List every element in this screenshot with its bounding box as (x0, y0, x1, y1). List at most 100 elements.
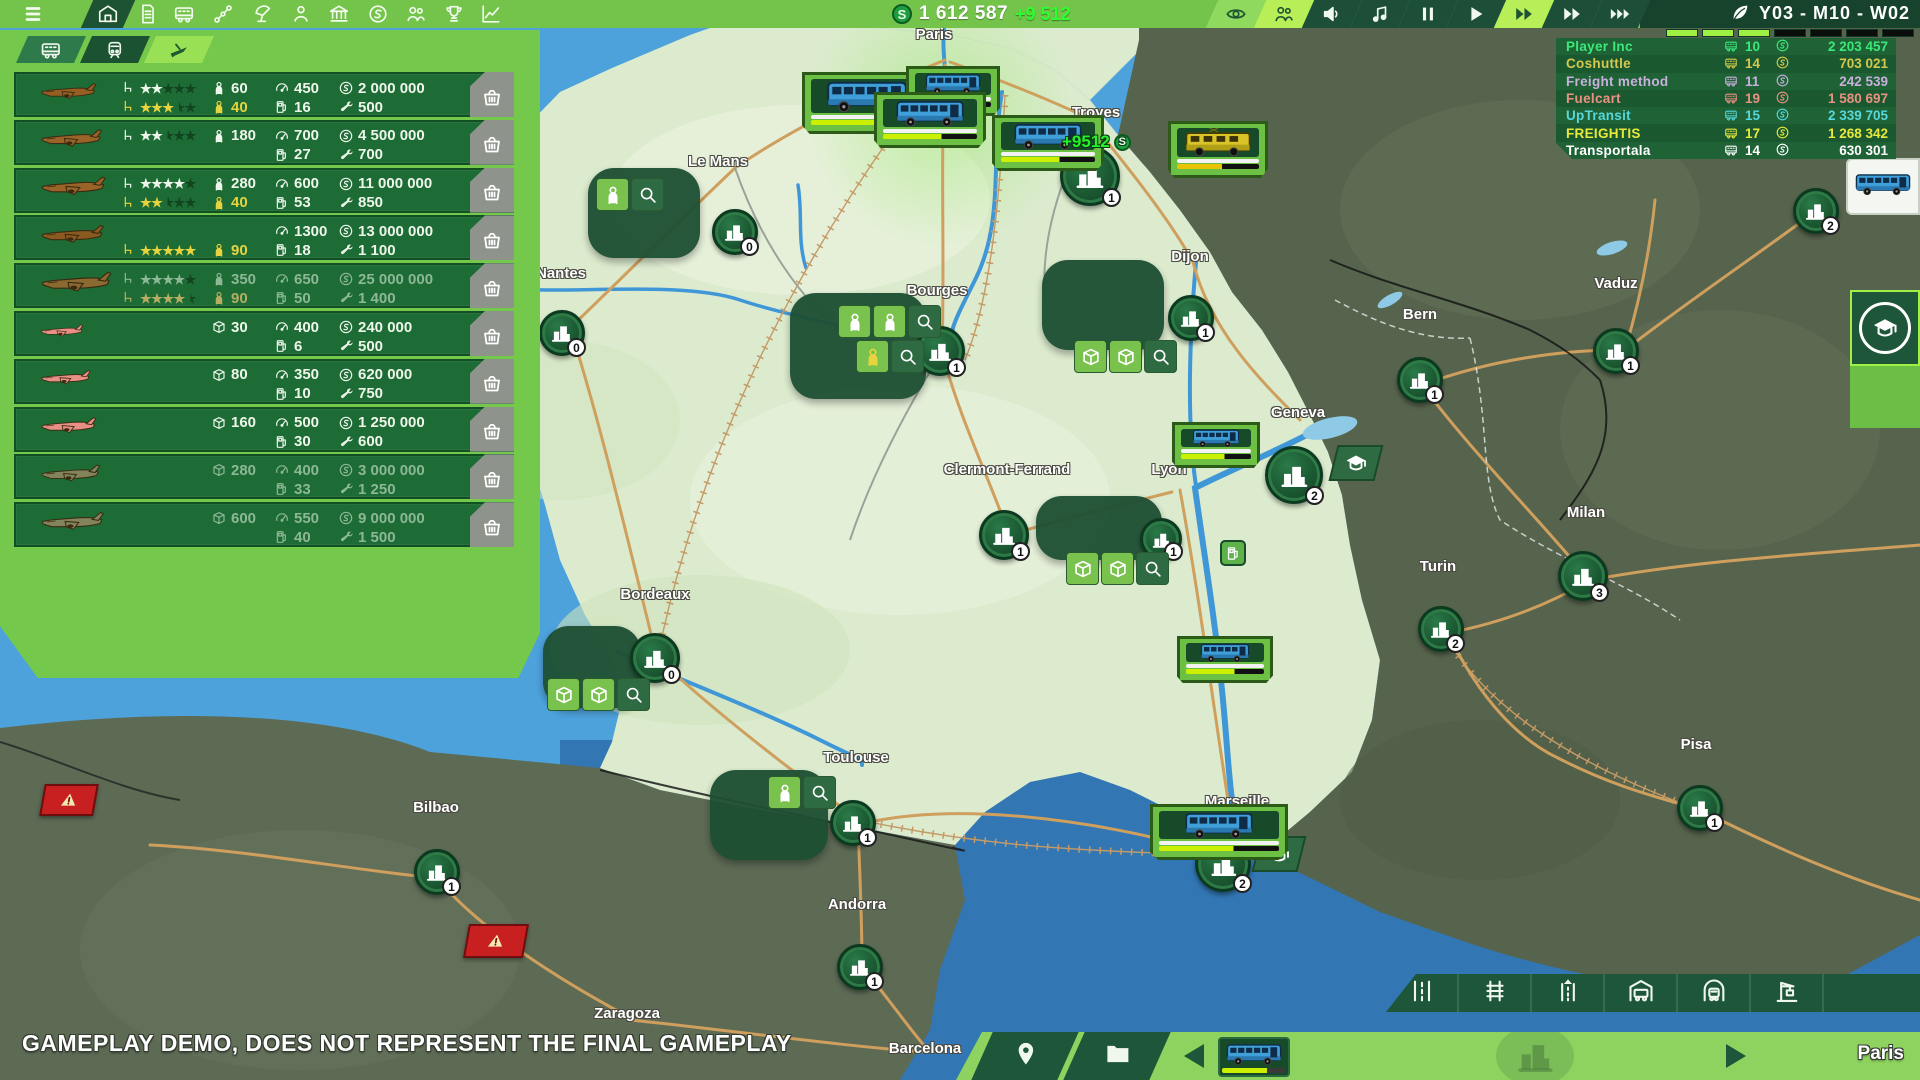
vehicle-row[interactable]: 1605001 250 00030600 (14, 407, 514, 452)
inspect-magnifier-icon[interactable] (617, 678, 650, 711)
control-competitor-view-button[interactable] (1271, 1, 1297, 27)
city-marker[interactable]: 1 (1397, 357, 1443, 403)
toolbar-competitors-icon[interactable] (403, 1, 429, 27)
leaderboard-row[interactable]: Freight method11242 539 (1556, 73, 1896, 90)
inspect-magnifier-icon[interactable] (803, 776, 836, 809)
city-marker[interactable]: 1 (1168, 295, 1214, 341)
demand-cargo-icon[interactable] (582, 678, 615, 711)
city-marker[interactable]: 1 (830, 800, 876, 846)
toolbar-statistics-icon[interactable] (478, 1, 504, 27)
toolbar-vehicles-icon[interactable] (171, 1, 197, 27)
control-pause-button[interactable] (1415, 1, 1441, 27)
leaderboard-row[interactable]: Fuelcart191 580 697 (1556, 90, 1896, 107)
buy-basket-button[interactable] (470, 72, 514, 117)
city-marker[interactable]: 3 (1558, 551, 1608, 601)
control-sound-button[interactable] (1319, 1, 1345, 27)
bus-card[interactable] (1177, 636, 1273, 683)
control-speed-fast-button[interactable] (1511, 1, 1537, 27)
buy-basket-button[interactable] (470, 407, 514, 452)
control-speed-fastest-button[interactable] (1607, 1, 1633, 27)
vehicle-row[interactable]: 30400240 0006500 (14, 311, 514, 356)
buy-basket-button[interactable] (470, 502, 514, 547)
toolbar-finances-icon[interactable] (365, 1, 391, 27)
buy-basket-button[interactable] (470, 168, 514, 213)
city-marker[interactable]: 0 (630, 633, 680, 683)
bus-card[interactable] (1150, 804, 1288, 860)
bus-card[interactable] (874, 92, 986, 148)
control-speed-faster-button[interactable] (1559, 1, 1585, 27)
city-marker[interactable]: 1 (837, 944, 883, 990)
toolbar-research-icon[interactable] (250, 1, 276, 27)
vehicle-row[interactable]: 130013 000 000★★★★★90181 100 (14, 215, 514, 260)
toolbar-awards-icon[interactable] (441, 1, 467, 27)
demand-cargo-icon[interactable] (1101, 552, 1134, 585)
inspect-magnifier-icon[interactable] (908, 305, 941, 338)
control-overview-button[interactable] (1223, 1, 1249, 27)
demand-cargo-icon[interactable] (1066, 552, 1099, 585)
buy-basket-button[interactable] (470, 454, 514, 499)
toolbar-menu-icon[interactable] (20, 1, 46, 27)
leaderboard-row[interactable]: FREIGHTIS171 268 342 (1556, 124, 1896, 141)
city-marker[interactable]: 0 (712, 209, 758, 255)
inspect-magnifier-icon[interactable] (1136, 552, 1169, 585)
traffic-warning-marker[interactable] (466, 924, 526, 958)
buy-basket-button[interactable] (470, 311, 514, 356)
build-rail-button[interactable] (1459, 974, 1532, 1012)
inspect-magnifier-icon[interactable] (891, 340, 924, 373)
locate-button[interactable] (971, 1032, 1078, 1080)
vehicle-row[interactable]: ★★★★★604502 000 000★★★★★4016500 (14, 72, 514, 117)
toolbar-bank-icon[interactable] (326, 1, 352, 27)
inspect-magnifier-icon[interactable] (631, 178, 664, 211)
prev-vehicle-arrow[interactable] (1184, 1044, 1204, 1068)
demand-passenger-icon[interactable] (596, 178, 629, 211)
tab-bus[interactable] (16, 36, 86, 63)
buy-basket-button[interactable] (470, 215, 514, 260)
vehicle-row[interactable]: 80350620 00010750 (14, 359, 514, 404)
demand-zone[interactable] (1042, 260, 1164, 350)
leaderboard-row[interactable]: Transportala14630 301 (1556, 142, 1896, 159)
city-marker[interactable]: 1 (979, 510, 1029, 560)
traffic-warning-marker[interactable] (42, 784, 96, 816)
vehicle-row[interactable]: 6005509 000 000401 500 (14, 502, 514, 547)
build-port-crane-button[interactable] (1751, 974, 1824, 1012)
next-vehicle-arrow[interactable] (1726, 1044, 1746, 1068)
toolbar-routes-icon[interactable] (210, 1, 236, 27)
demand-cargo-icon[interactable] (1109, 340, 1142, 373)
demand-passenger-icon[interactable] (873, 305, 906, 338)
buy-basket-button[interactable] (470, 359, 514, 404)
demand-passenger-icon[interactable] (838, 305, 871, 338)
vehicle-row[interactable]: 2804003 000 000331 250 (14, 454, 514, 499)
city-marker[interactable]: 1 (1677, 785, 1723, 831)
city-marker[interactable]: 2 (1265, 446, 1323, 504)
toolbar-contracts-icon[interactable] (135, 1, 161, 27)
tab-plane[interactable] (144, 36, 214, 63)
fuel-station-button[interactable] (1220, 540, 1246, 566)
leaderboard-row[interactable]: Player Inc102 203 457 (1556, 38, 1896, 55)
city-marker[interactable]: 0 (539, 310, 585, 356)
city-marker[interactable]: 2 (1418, 606, 1464, 652)
academy-button[interactable] (1850, 290, 1920, 366)
leaderboard-row[interactable]: Coshuttle14703 021 (1556, 55, 1896, 72)
vehicle-notification[interactable] (1846, 158, 1920, 215)
control-music-button[interactable] (1367, 1, 1393, 27)
academy-map-button[interactable] (1329, 445, 1384, 481)
vehicle-row[interactable]: ★★★★★1807004 500 00027700 (14, 120, 514, 165)
leaderboard[interactable]: Player Inc102 203 457Coshuttle14703 021F… (1556, 38, 1896, 159)
bus-card[interactable] (1172, 422, 1260, 468)
city-marker[interactable]: 1 (414, 849, 460, 895)
demand-passenger-vip-icon[interactable] (856, 340, 889, 373)
build-airport-button[interactable] (1532, 974, 1605, 1012)
vehicle-row[interactable]: ★★★★★35065025 000 000★★★★★90501 400 (14, 263, 514, 308)
city-marker[interactable]: 2 (1793, 188, 1839, 234)
buy-basket-button[interactable] (470, 120, 514, 165)
inspect-magnifier-icon[interactable] (1144, 340, 1177, 373)
tab-train[interactable] (80, 36, 150, 63)
toolbar-staff-icon[interactable] (288, 1, 314, 27)
vehicle-row[interactable]: ★★★★★28060011 000 000★★★★★4053850 (14, 168, 514, 213)
buy-basket-button[interactable] (470, 263, 514, 308)
toolbar-depot-icon[interactable] (95, 1, 121, 27)
build-train-depot-button[interactable] (1678, 974, 1751, 1012)
city-marker[interactable]: 1 (1593, 328, 1639, 374)
routes-folder-button[interactable] (1063, 1032, 1170, 1080)
demand-cargo-icon[interactable] (1074, 340, 1107, 373)
